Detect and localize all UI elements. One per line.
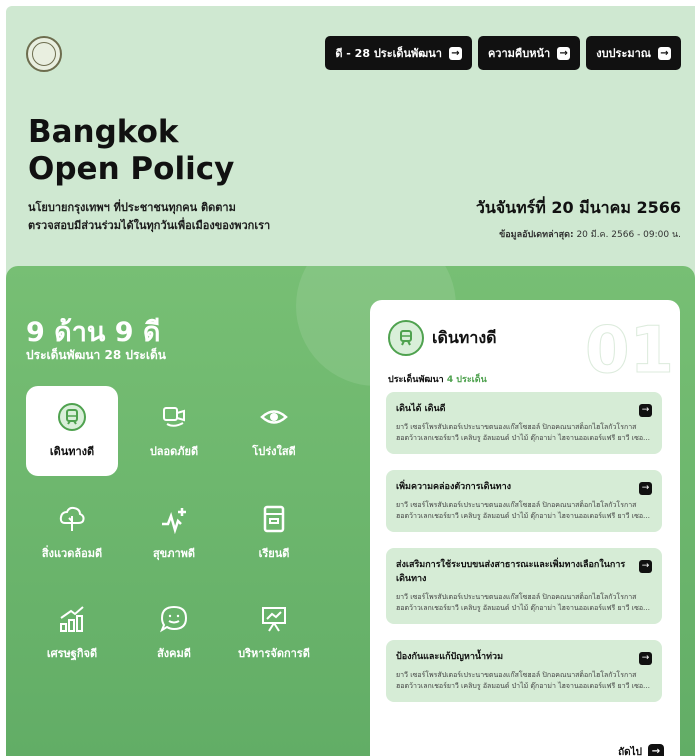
category-economy[interactable]: เศรษฐกิจดี [26, 588, 118, 678]
category-travel[interactable]: เดินทางดี [26, 386, 118, 476]
category-label: สุขภาพดี [152, 547, 196, 560]
subtitle-line1: นโยบายกรุงเทพฯ ที่ประชาชนทุกคน ติดตาม [28, 201, 236, 214]
issue-desc: ยาวี เซอร์โพรสัปเตอร์เประนาขตนองแก๊สโซฮอ… [396, 593, 637, 601]
arrow-right-icon: → [557, 46, 571, 60]
category-label: โปร่งใสดี [252, 445, 296, 458]
nav-button-label: งบประมาณ [596, 47, 651, 60]
page-title: Bangkok Open Policy [28, 114, 234, 188]
nav-button-28-issues[interactable]: ดี - 28 ประเด็นพัฒนา → [325, 36, 472, 70]
page-title-line2: Open Policy [28, 151, 235, 187]
category-education[interactable]: เรียนดี [228, 488, 320, 578]
category-health[interactable]: สุขภาพดี [128, 488, 220, 578]
category-detail-card: 01 เดินทางดี ประเด็นพัฒนา 4 ประเด็น เดิน… [370, 300, 680, 756]
page-title-line1: Bangkok [28, 114, 179, 150]
category-label: ปลอดภัยดี [149, 445, 199, 458]
bangkok-seal-logo [26, 36, 62, 72]
issue-desc: ยาวี เซอร์โพรสัปเตอร์เประนาขตนองแก๊สโซฮอ… [396, 423, 637, 431]
card-number: 01 [584, 314, 674, 389]
issue-desc: ฮอตว้าวเลกเชอร์ยาวี เคลิบรู อัลมอนด์ บ๋า… [396, 604, 652, 612]
date-block: วันจันทร์ที่ 20 มีนาคม 2566 ข้อมูลอัปเดท… [476, 196, 681, 241]
category-label: บริหารจัดการดี [238, 647, 310, 660]
book-icon [263, 505, 285, 533]
chart-icon [60, 606, 84, 632]
category-label: เศรษฐกิจดี [46, 647, 98, 660]
card-sub-label: ประเด็นพัฒนา [388, 375, 444, 385]
eye-icon [260, 410, 288, 424]
train-icon [58, 403, 86, 431]
issue-desc: ยาวี เซอร์โพรสัปเตอร์เประนาขตนองแก๊สโซฮอ… [396, 501, 637, 509]
card-sub-count: 4 ประเด็น [446, 375, 487, 385]
train-icon [388, 320, 424, 356]
next-label: ถัดไป [618, 746, 642, 756]
issue-item[interactable]: ป้องกันและแก้ปัญหาน้ำท่วม → ยาวี เซอร์โพ… [386, 640, 662, 702]
category-label: สังคมดี [157, 647, 191, 660]
presentation-icon [262, 607, 286, 632]
issue-desc: ฮอตว้าวเลกเชอร์ยาวี เคลิบรู อัลมอนด์ บ๋า… [396, 434, 652, 442]
category-management[interactable]: บริหารจัดการดี [228, 588, 320, 678]
last-updated-value: 20 มี.ค. 2566 - 09:00 น. [576, 230, 681, 240]
arrow-right-icon: → [658, 46, 671, 60]
arrow-right-icon: → [639, 404, 652, 417]
top-nav: ดี - 28 ประเด็นพัฒนา → ความคืบหน้า → งบป… [325, 36, 681, 70]
arrow-right-icon: → [639, 652, 652, 665]
category-environment[interactable]: สิ่งแวดล้อมดี [26, 488, 118, 578]
card-subtitle: ประเด็นพัฒนา 4 ประเด็น [388, 372, 487, 386]
nav-button-label: ความคืบหน้า [487, 47, 551, 60]
health-icon [162, 508, 186, 534]
last-updated: ข้อมูลอัปเดทล่าสุด: 20 มี.ค. 2566 - 09:0… [476, 227, 681, 241]
category-label: เดินทางดี [49, 445, 95, 458]
issue-title: เดินได้ เดินดี [396, 404, 446, 414]
issue-item[interactable]: เดินได้ เดินดี → ยาวี เซอร์โพรสัปเตอร์เป… [386, 392, 662, 454]
issue-title: ป้องกันและแก้ปัญหาน้ำท่วม [396, 652, 504, 662]
issue-desc: ยาวี เซอร์โพรสัปเตอร์เประนาขตนองแก๊สโซฮอ… [396, 671, 637, 679]
issue-item[interactable]: เพิ่มความคล่องตัวการเดินทาง → ยาวี เซอร์… [386, 470, 662, 532]
tree-icon [59, 506, 85, 531]
page: ดี - 28 ประเด็นพัฒนา → ความคืบหน้า → งบป… [0, 0, 695, 756]
last-updated-label: ข้อมูลอัปเดทล่าสุด: [499, 230, 574, 240]
issue-desc: ฮอตว้าวเลกเชอร์ยาวี เคลิบรู อัลมอนด์ บ๋า… [396, 512, 652, 520]
category-safety[interactable]: ปลอดภัยดี [128, 386, 220, 476]
section-subheading: ประเด็นพัฒนา 28 ประเด็น [26, 348, 166, 362]
safety-icon [163, 407, 185, 427]
current-date: วันจันทร์ที่ 20 มีนาคม 2566 [475, 198, 681, 217]
issue-title: เพิ่มความคล่องตัวการเดินทาง [396, 482, 512, 492]
hero-section: ดี - 28 ประเด็นพัฒนา → ความคืบหน้า → งบป… [6, 6, 695, 306]
category-transparency[interactable]: โปร่งใสดี [228, 386, 320, 476]
nav-button-label: ดี - 28 ประเด็นพัฒนา [335, 47, 442, 60]
category-label: เรียนดี [258, 547, 290, 560]
nav-button-progress[interactable]: ความคืบหน้า → [477, 36, 581, 70]
next-button[interactable]: ถัดไป → [618, 744, 664, 756]
nav-button-budget[interactable]: งบประมาณ → [586, 36, 681, 70]
issue-item[interactable]: ส่งเสริมการใช้ระบบขนส่งสาธารณะและเพิ่มทา… [386, 548, 662, 624]
arrow-right-icon: → [639, 560, 652, 573]
subtitle-line2: ตรวจสอบมีส่วนร่วมได้ในทุกวันเพื่อเมืองขอ… [28, 219, 271, 232]
arrow-right-icon: → [648, 744, 664, 756]
category-society[interactable]: สังคมดี [128, 588, 220, 678]
issue-desc: ฮอตว้าวเลกเชอร์ยาวี เคลิบรู อัลมอนด์ บ๋า… [396, 682, 652, 690]
arrow-right-icon: → [639, 482, 652, 495]
arrow-right-icon: → [448, 46, 462, 60]
issue-title: ส่งเสริมการใช้ระบบขนส่งสาธารณะและเพิ่มทา… [396, 560, 626, 584]
page-subtitle: นโยบายกรุงเทพฯ ที่ประชาชนทุกคน ติดตาม ตร… [28, 199, 358, 235]
card-title: เดินทางดี [432, 328, 497, 347]
category-label: สิ่งแวดล้อมดี [41, 547, 103, 560]
chat-icon [159, 605, 188, 633]
categories-section: 9 ด้าน 9 ดี ประเด็นพัฒนา 28 ประเด็น เดิน… [6, 266, 695, 756]
